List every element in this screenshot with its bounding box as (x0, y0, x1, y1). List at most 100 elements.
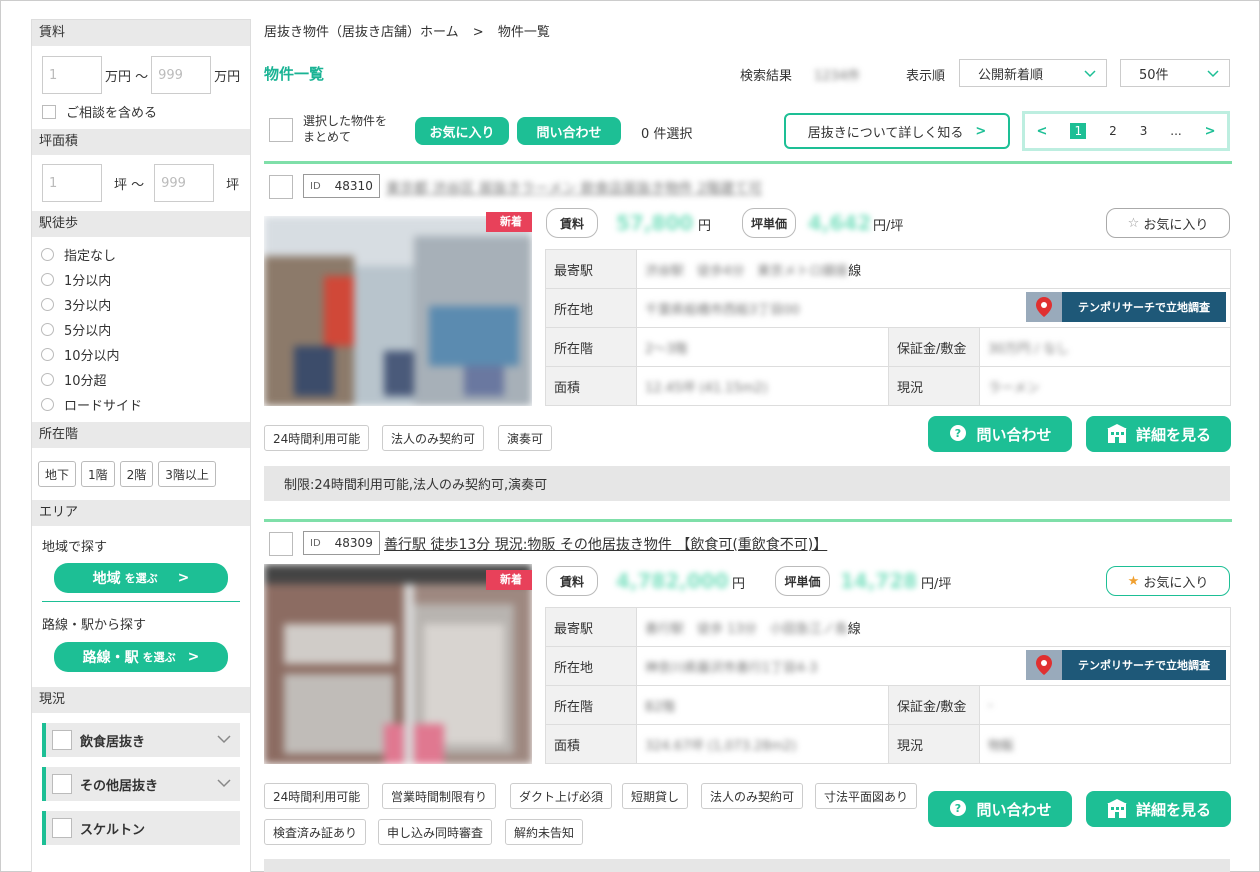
rent-unit: 円 (732, 577, 746, 592)
tempo-research-button[interactable]: テンポリサーチで立地調査 (1026, 650, 1226, 680)
status-label: 現況 (888, 724, 980, 764)
result-count: 1234件 (814, 69, 861, 84)
select-all-checkbox[interactable] (269, 118, 293, 142)
floor-btn-2f[interactable]: 2階 (119, 461, 154, 487)
breadcrumb-separator: > (472, 25, 484, 40)
listing-id: ID 48310 (303, 174, 380, 198)
learn-inuki-button[interactable]: 居抜きについて詳しく知る > (784, 113, 1010, 149)
prev-page-icon[interactable]: < (1036, 124, 1047, 139)
star-outline-icon: ☆ (1127, 215, 1140, 231)
rent-max-unit: 万円 (214, 69, 241, 85)
category-checkbox[interactable] (52, 730, 72, 750)
unit-price-label-badge: 坪単価 (775, 566, 830, 596)
listing-divider (264, 519, 1232, 522)
contact-button[interactable]: ? 問い合わせ (928, 791, 1072, 827)
area-max-input[interactable]: 999 (154, 164, 215, 202)
walk-option[interactable]: 5分以内 (32, 317, 250, 342)
floor-label: 所在階 (545, 685, 637, 725)
floor-cell: B2階 (636, 685, 889, 725)
category-skeleton[interactable]: スケルトン (42, 811, 240, 845)
chevron-down-icon[interactable] (216, 775, 232, 791)
area-min-unit: 坪 〜 (114, 177, 145, 193)
area-max-unit: 坪 (226, 177, 240, 193)
question-bubble-icon: ? (950, 425, 967, 441)
map-pin-icon (1026, 292, 1062, 322)
chevron-down-icon (1084, 70, 1096, 78)
rent-max-input[interactable]: 999 (151, 56, 212, 94)
feature-tag: 法人のみ契約可 (382, 425, 485, 451)
result-label: 検索結果 (740, 69, 793, 84)
station-cell: 渋谷駅 徒歩4分 東京メトロ銀座線 (636, 249, 1231, 289)
area-heading: 坪面積 (32, 129, 250, 155)
restriction-bar (264, 859, 1230, 872)
walk-option[interactable]: ロードサイド (32, 392, 250, 417)
page-2[interactable]: 2 (1109, 124, 1117, 138)
question-bubble-icon: ? (950, 800, 967, 816)
sort-label: 表示順 (906, 69, 946, 84)
listing-checkbox[interactable] (269, 175, 293, 199)
chevron-down-icon[interactable] (216, 731, 232, 747)
walk-option[interactable]: 1分以内 (32, 267, 250, 292)
building-icon (1106, 424, 1127, 443)
category-other-inuki[interactable]: その他居抜き (42, 767, 240, 801)
category-checkbox[interactable] (52, 818, 72, 838)
favorite-button[interactable]: ☆ お気に入り (1106, 208, 1230, 238)
by-line-label: 路線・駅から探す (42, 618, 147, 633)
floor-label: 所在階 (545, 327, 637, 367)
area-min-input[interactable]: 1 (42, 164, 102, 202)
contact-button[interactable]: ? 問い合わせ (928, 416, 1072, 452)
status-heading: 現況 (32, 687, 250, 713)
detail-button[interactable]: 詳細を見る (1086, 416, 1231, 452)
tempo-research-button[interactable]: テンポリサーチで立地調査 (1026, 292, 1226, 322)
next-page-icon[interactable]: > (1205, 124, 1216, 139)
station-label: 最寄駅 (545, 249, 637, 289)
floor-btn-basement[interactable]: 地下 (38, 461, 77, 487)
feature-tag: 24時間利用可能 (264, 425, 370, 451)
floor-btn-1f[interactable]: 1階 (81, 461, 115, 487)
walk-option[interactable]: 3分以内 (32, 292, 250, 317)
walk-option[interactable]: 指定なし (32, 242, 250, 267)
walk-option[interactable]: 10分超 (32, 367, 250, 392)
favorite-button[interactable]: ★ お気に入り (1106, 566, 1230, 596)
rent-value: 57,800 (616, 211, 694, 235)
status-cell: 物販 (979, 724, 1231, 764)
rent-min-unit: 万円 〜 (105, 69, 149, 85)
map-pin-icon (1026, 650, 1062, 680)
by-region-label: 地域で探す (42, 540, 108, 555)
rent-min-input[interactable]: 1 (42, 56, 102, 94)
region-select-button[interactable]: 地域 を選ぶ > (54, 563, 228, 593)
listing-checkbox[interactable] (269, 532, 293, 556)
bulk-contact-button[interactable]: 問い合わせ (517, 117, 621, 145)
listing-photo[interactable] (264, 216, 532, 406)
feature-tag: 法人のみ契約可 (701, 783, 804, 809)
category-food-inuki[interactable]: 飲食居抜き (42, 723, 240, 757)
walk-option[interactable]: 10分以内 (32, 342, 250, 367)
chevron-right-icon: > (177, 570, 190, 586)
consult-checkbox[interactable] (42, 104, 56, 119)
svg-text:?: ? (955, 427, 961, 440)
line-select-button[interactable]: 路線・駅 を選ぶ > (54, 642, 228, 672)
area-label: 面積 (545, 724, 637, 764)
feature-tag: 検査済み証あり (264, 819, 367, 845)
breadcrumb-home[interactable]: 居抜き物件（居抜き店舗）ホーム (264, 25, 459, 40)
page-1[interactable]: 1 (1070, 123, 1087, 139)
status-label: 現況 (888, 366, 980, 406)
bulk-favorite-button[interactable]: お気に入り (415, 117, 509, 145)
floor-heading: 所在階 (32, 422, 250, 448)
listing-photo[interactable] (264, 564, 532, 764)
page-title: 物件一覧 (264, 65, 325, 83)
unit-price-value: 4,642 (808, 211, 872, 235)
radio-icon (41, 398, 54, 411)
region-heading: エリア (32, 500, 250, 526)
sort-select[interactable]: 公開新着順 (959, 59, 1107, 87)
listing-title[interactable]: 東京都 渋谷区 居抜きラーメン 飲食店居抜き物件 2階建て可 (386, 178, 762, 198)
feature-tag: 寸法平面図あり (815, 783, 918, 809)
radio-icon (41, 373, 54, 386)
detail-button[interactable]: 詳細を見る (1086, 791, 1231, 827)
category-checkbox[interactable] (52, 774, 72, 794)
page-3[interactable]: 3 (1140, 124, 1148, 138)
floor-btn-3f-plus[interactable]: 3階以上 (158, 461, 216, 487)
listing-title[interactable]: 善行駅 徒歩13分 現況:物販 その他居抜き物件 【飲食可(重飲食不可)】 (384, 534, 827, 554)
per-page-select[interactable]: 50件 (1120, 59, 1230, 87)
pagination: < 1 2 3 ... > (1022, 111, 1230, 151)
